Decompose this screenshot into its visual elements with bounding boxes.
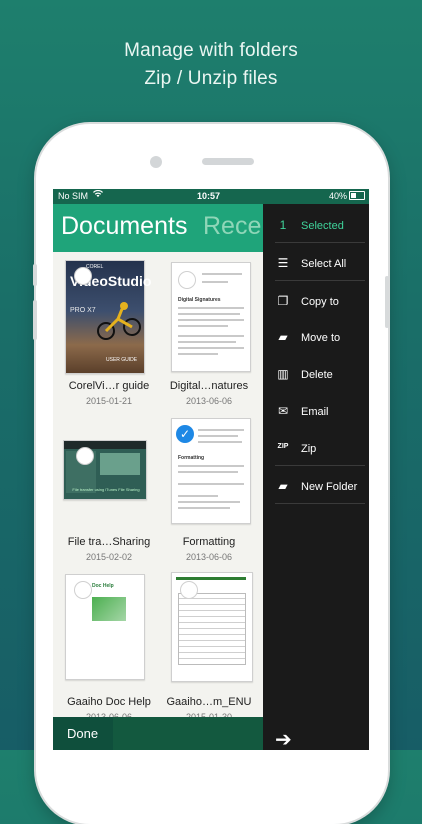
file-name: Formatting — [182, 536, 236, 548]
menu-label: Email — [301, 406, 329, 418]
thumbnail-placeholder-icon — [76, 447, 94, 465]
file-name: Gaaiho…m_ENU — [166, 696, 252, 708]
menu-divider — [275, 280, 365, 281]
speaker-grille — [202, 158, 254, 165]
list-icon: ☰ — [277, 256, 289, 270]
done-label: Done — [67, 726, 99, 741]
file-thumbnail: Digital Signatures — [171, 262, 251, 372]
file-date: 2015-02-02 — [85, 552, 133, 562]
thumbnail-caption: File transfer using iTunes File Sharing — [72, 487, 140, 492]
file-name: File tra…Sharing — [67, 536, 151, 548]
app-screen: No SIM 10:57 40% Documents Recen COREL V… — [53, 189, 369, 750]
mute-switch — [33, 264, 37, 286]
bottom-toolbar — [113, 717, 263, 750]
menu-divider — [275, 503, 365, 504]
file-name: CorelVi…r guide — [68, 380, 150, 392]
new-folder-icon: ▰ — [278, 479, 288, 493]
camera-icon — [150, 156, 162, 168]
file-item[interactable]: Doc Help Gaaiho Doc Help 2013-06-06 — [53, 572, 157, 722]
file-item[interactable]: ✓ Formatting Formatting 2013-06-06 — [157, 412, 261, 562]
promo-line-2: Zip / Unzip files — [144, 68, 278, 89]
menu-label: Copy to — [301, 296, 339, 308]
corel-subtitle: PRO X7 — [70, 307, 96, 314]
menu-move-to[interactable]: ▰ Move to — [263, 320, 369, 356]
power-button — [385, 276, 389, 328]
menu-select-all[interactable]: ☰ Select All — [263, 246, 369, 282]
menu-new-folder[interactable]: ▰ New Folder — [263, 469, 369, 505]
corel-user-guide: USER GUIDE — [106, 357, 138, 363]
envelope-icon: ✉ — [277, 404, 289, 418]
file-item[interactable]: Gaaiho…m_ENU 2015-01-30 — [157, 572, 261, 722]
menu-divider — [275, 242, 365, 243]
selected-count: 1 — [279, 218, 287, 232]
file-item[interactable]: Digital Signatures Digital…natures 2013-… — [157, 252, 261, 406]
menu-label: Select All — [301, 258, 347, 270]
menu-label: New Folder — [301, 481, 358, 493]
menu-email[interactable]: ✉ Email — [263, 394, 369, 430]
bike-rider-icon — [97, 302, 141, 340]
battery-percent: 40% — [328, 191, 347, 201]
gaaiho-logo: Doc Help — [92, 583, 114, 589]
file-item[interactable]: COREL VideoStudio PRO X7 USER GUIDE Core… — [53, 252, 157, 406]
doc-heading: Formatting — [178, 455, 205, 461]
carrier-label: No SIM — [58, 191, 89, 201]
menu-divider — [275, 465, 365, 466]
trash-icon: ▥ — [277, 367, 289, 381]
copy-icon: ❐ — [277, 294, 289, 308]
menu-label: Zip — [301, 443, 317, 455]
folder-move-icon: ▰ — [278, 330, 288, 344]
menu-label: Move to — [301, 332, 341, 344]
file-item[interactable]: File transfer using iTunes File Sharing … — [53, 412, 157, 562]
arrow-right-icon[interactable]: ➔ — [275, 727, 292, 750]
battery-indicator: 40% — [329, 191, 365, 201]
thumbnail-placeholder-icon — [180, 581, 198, 599]
done-button[interactable]: Done — [53, 717, 113, 750]
thumbnail-placeholder-icon — [178, 271, 196, 289]
action-menu: 1 Selected ☰ Select All ❐ Copy to ▰ Move… — [263, 204, 369, 750]
file-name: Gaaiho Doc Help — [67, 696, 151, 708]
volume-up-button — [33, 300, 37, 340]
thumbnail-placeholder-icon — [74, 581, 92, 599]
selected-check-icon[interactable]: ✓ — [176, 425, 194, 443]
file-grid: COREL VideoStudio PRO X7 USER GUIDE Core… — [53, 252, 263, 722]
file-name: Digital…natures — [169, 380, 249, 392]
menu-selected-label: Selected — [301, 220, 344, 232]
menu-selected-count: 1 Selected — [263, 208, 369, 244]
file-date: 2013-06-06 — [185, 552, 233, 562]
tab-documents[interactable]: Documents — [61, 212, 187, 241]
battery-icon — [349, 191, 365, 200]
clock: 10:57 — [197, 191, 221, 201]
file-thumbnail — [171, 572, 253, 682]
menu-copy-to[interactable]: ❐ Copy to — [263, 284, 369, 320]
menu-label: Delete — [301, 369, 333, 381]
thumbnail-placeholder-icon — [74, 267, 92, 285]
menu-delete[interactable]: ▥ Delete — [263, 357, 369, 393]
file-thumbnail: File transfer using iTunes File Sharing — [63, 440, 147, 500]
file-date: 2013-06-06 — [185, 396, 233, 406]
menu-zip[interactable]: ZIP Zip — [263, 431, 369, 467]
zip-icon: ZIP — [277, 443, 289, 450]
doc-heading: Digital Signatures — [178, 297, 221, 303]
wifi-icon — [93, 189, 103, 200]
file-date: 2015-01-21 — [85, 396, 133, 406]
file-thumbnail: ✓ Formatting — [171, 418, 251, 524]
status-bar: No SIM 10:57 40% — [53, 189, 369, 204]
file-thumbnail: COREL VideoStudio PRO X7 USER GUIDE — [65, 260, 151, 374]
promo-line-1: Manage with folders — [124, 40, 298, 61]
file-thumbnail: Doc Help — [65, 574, 145, 680]
